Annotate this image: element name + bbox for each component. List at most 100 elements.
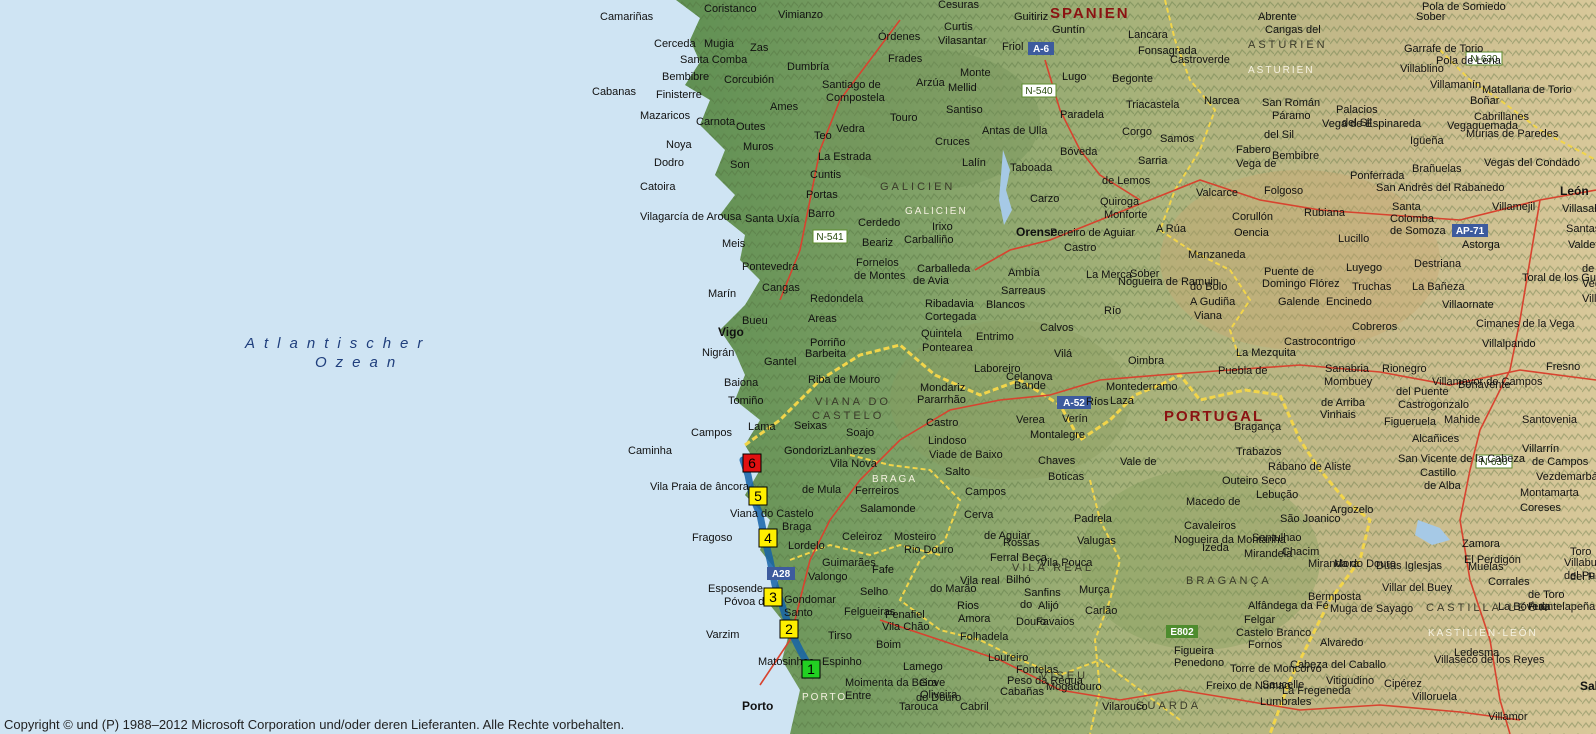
- city-label: Padrela: [1074, 513, 1113, 525]
- city-label: Porriño: [810, 337, 845, 349]
- city-label: La Mezquita: [1236, 347, 1297, 359]
- city-label: Outes: [736, 121, 766, 133]
- country-label-spain: SPANIEN: [1050, 5, 1130, 22]
- city-label: Corcubión: [724, 74, 774, 86]
- city-label: Garrafe de Torio: [1404, 43, 1483, 55]
- city-label: Boim: [876, 639, 901, 651]
- city-label: Cortegada: [925, 311, 977, 323]
- city-label: Ribadavia: [925, 298, 975, 310]
- city-label: Castelo Branco: [1236, 627, 1311, 639]
- city-label: Cabanas: [592, 86, 637, 98]
- stage-marker-label: 1: [807, 661, 815, 677]
- city-label: Freixo de Numao: [1206, 680, 1290, 692]
- city-label: Mahide: [1444, 414, 1480, 426]
- city-label: Camariñas: [600, 11, 654, 23]
- city-label: Son: [730, 159, 750, 171]
- svg-text:GALICIEN: GALICIEN: [880, 181, 955, 193]
- city-label: La Bañeza: [1412, 281, 1465, 293]
- city-label: Santa Uxía: [745, 213, 800, 225]
- city-label: Abrente: [1258, 11, 1297, 23]
- city-label: del Sil: [1342, 117, 1372, 129]
- city-label: Alijó: [1038, 600, 1059, 612]
- city-label: Barbeita: [805, 348, 847, 360]
- city-label: Zas: [750, 42, 769, 54]
- city-label: La Fregeneda: [1282, 685, 1351, 697]
- city-label: Villabuena: [1564, 557, 1596, 569]
- city-label: Vale de: [1120, 456, 1157, 468]
- city-label: Tomiño: [728, 395, 763, 407]
- city-label: Penafiel: [885, 609, 925, 621]
- city-label: Lordelo: [788, 540, 825, 552]
- city-label: Miranda do Douro: [1308, 558, 1396, 570]
- city-label: Carballeda: [917, 263, 971, 275]
- city-label: Noya: [666, 139, 693, 151]
- city-label: Pontevedra: [742, 261, 799, 273]
- city-label: Bembibre: [662, 71, 709, 83]
- city-label: Figueira: [1174, 645, 1215, 657]
- city-label: de Campos: [1532, 456, 1589, 468]
- city-label: Carnota: [696, 116, 736, 128]
- city-label: Cerceda: [654, 38, 696, 50]
- city-label: Mogadouro: [1046, 681, 1102, 693]
- city-label: Manzaneda: [1188, 249, 1246, 261]
- ocean-label-line1: Atlantischer: [244, 335, 431, 352]
- city-label: Frades: [888, 53, 923, 65]
- city-label: Vila Chão: [882, 621, 930, 633]
- map-canvas[interactable]: A-6 N-540 N-541 N-630 AP-71 A-52 N-630 A…: [0, 0, 1596, 734]
- city-label: Monforte: [1104, 209, 1147, 221]
- stage-marker-label: 3: [769, 589, 777, 605]
- city-label: Alvaredo: [1320, 637, 1363, 649]
- svg-text:ASTURIEN: ASTURIEN: [1248, 65, 1315, 76]
- stage-marker-6[interactable]: 6: [742, 453, 762, 473]
- city-label: do Bolo: [1190, 281, 1227, 293]
- city-label: Fornelos: [856, 257, 899, 269]
- stage-marker-4[interactable]: 4: [758, 528, 778, 548]
- city-label: Areas: [808, 313, 837, 325]
- city-label: Verea: [1016, 414, 1046, 426]
- city-label: Entre: [845, 690, 871, 702]
- city-label: Colomba: [1390, 213, 1435, 225]
- city-label: Begonte: [1112, 73, 1153, 85]
- city-label: Palacios: [1336, 104, 1378, 116]
- city-label: Cesuras: [938, 0, 979, 11]
- city-label: Brañuelas: [1412, 163, 1462, 175]
- city-label: La Estrada: [818, 151, 872, 163]
- city-label: Bueu: [742, 315, 768, 327]
- stage-marker-2[interactable]: 2: [779, 619, 799, 639]
- svg-text:A28: A28: [772, 569, 791, 580]
- city-label: Campos: [965, 486, 1006, 498]
- city-label: Carballiño: [904, 234, 954, 246]
- city-label: Argozelo: [1330, 504, 1373, 516]
- city-label: Ambía: [1008, 267, 1041, 279]
- city-label: Oimbra: [1128, 355, 1165, 367]
- city-label: Lindoso: [928, 435, 967, 447]
- svg-text:A-6: A-6: [1033, 44, 1050, 55]
- city-label: Montamarta: [1520, 487, 1580, 499]
- city-label: Varzim: [706, 629, 739, 641]
- stage-marker-3[interactable]: 3: [763, 587, 783, 607]
- city-label: Vila real: [960, 575, 1000, 587]
- city-label: Boñar: [1470, 95, 1500, 107]
- city-label: Salto: [945, 466, 970, 478]
- city-label: Vila Praia de âncora: [650, 481, 750, 493]
- city-label: Alcañices: [1412, 433, 1460, 445]
- city-label: Puente de: [1264, 266, 1314, 278]
- city-label: Vimianzo: [778, 9, 823, 21]
- city-label: Sanfins: [1024, 587, 1061, 599]
- city-label: Viana: [1194, 310, 1223, 322]
- city-label: Coristanco: [704, 3, 757, 15]
- city-label: Antas de Ulla: [982, 125, 1048, 137]
- city-label: Sanabria: [1325, 363, 1370, 375]
- svg-text:AP-71: AP-71: [1456, 226, 1485, 237]
- city-label: Fabero: [1236, 144, 1271, 156]
- city-label: Cabril: [960, 701, 989, 713]
- stage-marker-1[interactable]: 1: [801, 659, 821, 679]
- city-label: Fragoso: [692, 532, 732, 544]
- city-label: Cobreros: [1352, 321, 1398, 333]
- city-label: Corullón: [1232, 211, 1273, 223]
- city-label: Esposende: [708, 583, 763, 595]
- city-label: Outeiro Seco: [1222, 475, 1286, 487]
- stage-marker-5[interactable]: 5: [748, 486, 768, 506]
- city-label: Vigo: [718, 325, 744, 339]
- svg-text:ASTURIEN: ASTURIEN: [1248, 39, 1328, 51]
